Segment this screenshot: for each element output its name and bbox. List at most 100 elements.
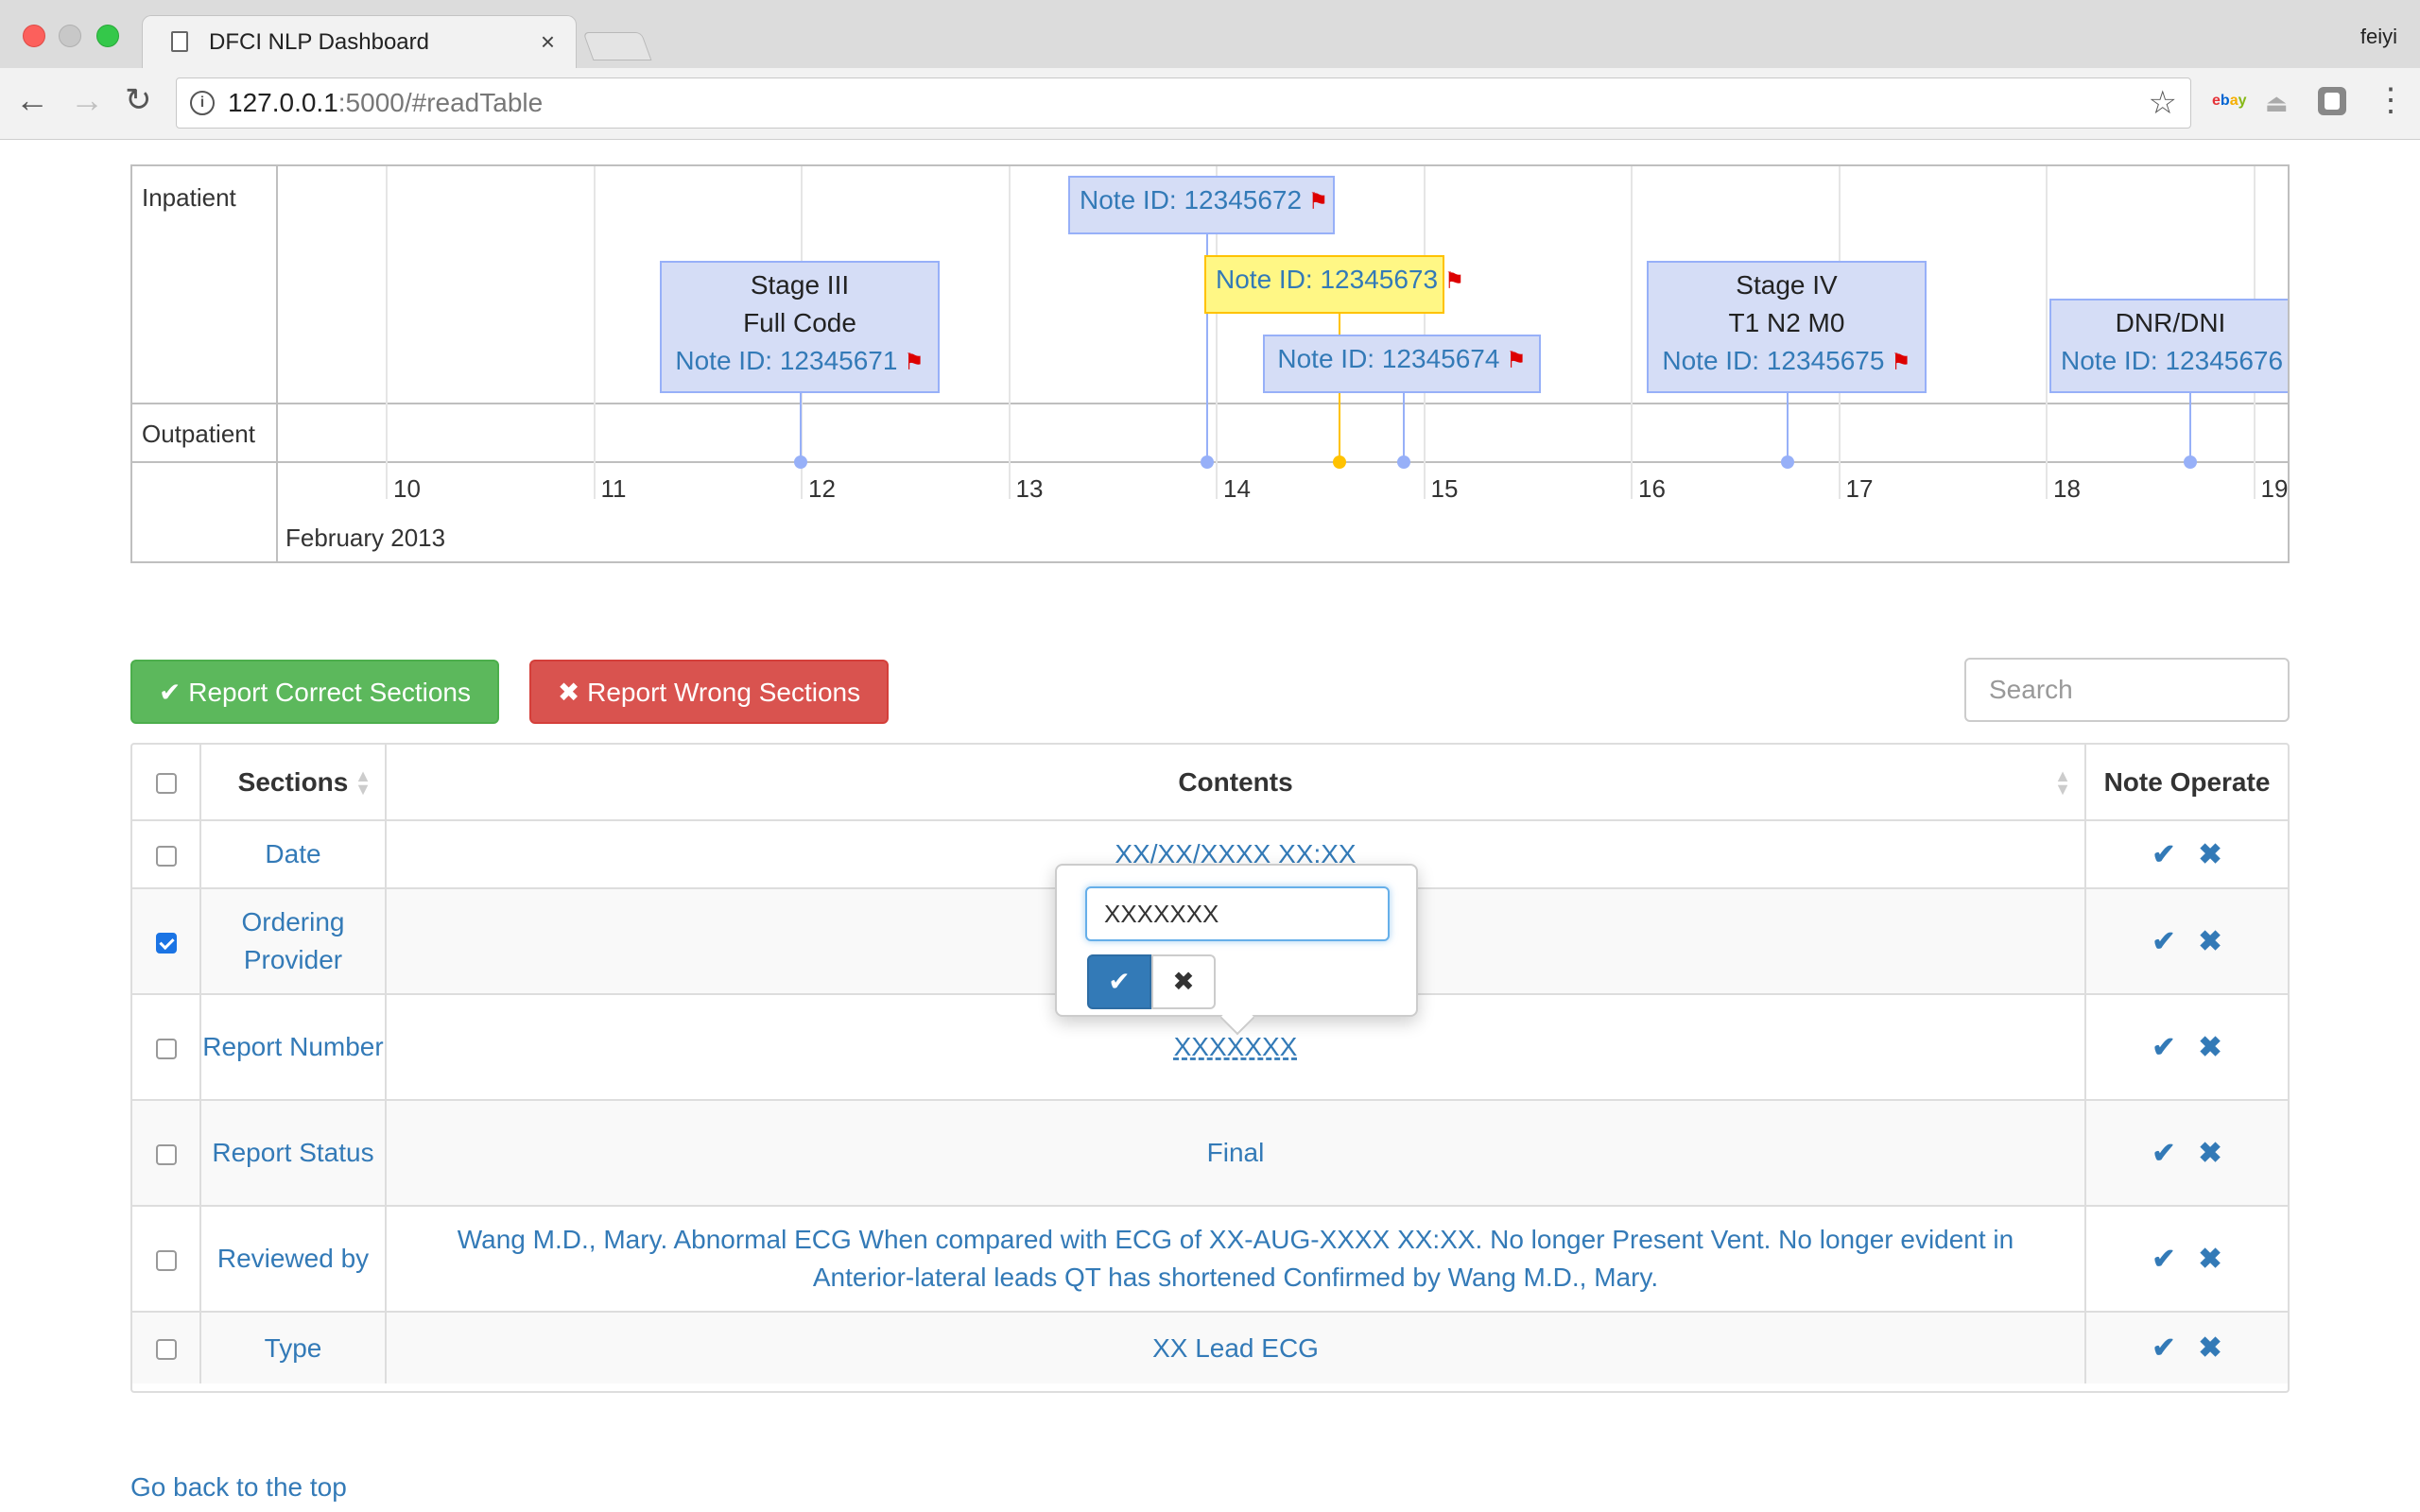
content-cell[interactable]: Final: [385, 1099, 2086, 1207]
reload-icon[interactable]: ↻: [125, 81, 152, 119]
row-checkbox[interactable]: [155, 1038, 177, 1059]
browser-tab[interactable]: DFCI NLP Dashboard ×: [142, 15, 577, 68]
timeline-item[interactable]: Note ID: 12345674 ⚑: [1263, 335, 1541, 393]
section-cell[interactable]: Date: [199, 819, 387, 889]
timeline-dot[interactable]: [1333, 455, 1346, 469]
info-icon[interactable]: i: [190, 91, 215, 115]
section-cell[interactable]: Type: [199, 1311, 387, 1383]
back-to-top-link[interactable]: Go back to the top: [130, 1472, 347, 1503]
confirm-check-icon[interactable]: ✔: [2152, 1243, 2175, 1276]
content-cell[interactable]: XX Lead ECG: [385, 1311, 2086, 1383]
timeline-item[interactable]: Note ID: 12345673 ⚑: [1204, 255, 1464, 314]
report-wrong-sections-button[interactable]: ✖ Report Wrong Sections: [529, 660, 889, 724]
note-operate-header: Note Operate: [2084, 745, 2288, 821]
timeline-dot[interactable]: [794, 455, 807, 469]
check-icon: ✔: [1108, 967, 1131, 996]
note-id-link[interactable]: Note ID: 12345676: [2061, 346, 2283, 375]
edit-confirm-button[interactable]: ✔: [1087, 954, 1151, 1009]
confirm-check-icon[interactable]: ✔: [2152, 1332, 2175, 1365]
sections-header[interactable]: Sections ▲ ▼: [199, 745, 387, 821]
edit-cancel-button[interactable]: ✖: [1151, 954, 1216, 1009]
new-tab-button[interactable]: [582, 32, 652, 60]
row-checkbox[interactable]: [155, 1143, 177, 1165]
flag-icon[interactable]: ⚑: [897, 350, 925, 375]
note-id-link[interactable]: Note ID: 12345673: [1216, 265, 1438, 294]
url-text[interactable]: 127.0.0.1:5000/#readTable: [228, 88, 543, 118]
section-cell[interactable]: Report Status: [199, 1099, 387, 1207]
timeline-dot[interactable]: [1201, 455, 1214, 469]
reject-close-icon[interactable]: ✖: [2199, 1031, 2222, 1064]
note-id-link[interactable]: Note ID: 12345672: [1080, 185, 1302, 215]
timeline-item-label: Stage IV: [1736, 270, 1838, 300]
search-input[interactable]: [1964, 658, 2290, 722]
axis-day-label: 12: [808, 474, 836, 503]
section-cell[interactable]: Reviewed by: [199, 1205, 387, 1313]
reject-close-icon[interactable]: ✖: [2199, 1243, 2222, 1276]
contents-header[interactable]: Contents ▲ ▼: [385, 745, 2086, 821]
row-select-cell: [132, 993, 201, 1101]
operate-cell: ✔ ✖: [2084, 1205, 2288, 1313]
window-maximize-button[interactable]: [96, 25, 119, 47]
tab-close-icon[interactable]: ×: [541, 27, 555, 57]
check-icon: ✔: [158, 678, 182, 707]
note-id-link[interactable]: Note ID: 12345674: [1277, 344, 1499, 373]
timeline-dot[interactable]: [1781, 455, 1794, 469]
timeline-connector: [1787, 393, 1789, 461]
star-icon[interactable]: ☆: [2149, 84, 2177, 122]
axis-day-label: 11: [600, 474, 627, 503]
reject-close-icon[interactable]: ✖: [2199, 1137, 2222, 1170]
profile-name[interactable]: feiyi: [2360, 25, 2397, 49]
timeline-dot[interactable]: [1397, 455, 1410, 469]
group-label-inpatient: Inpatient: [142, 183, 236, 212]
note-id-link[interactable]: Note ID: 12345675: [1662, 346, 1884, 375]
timeline-item[interactable]: DNR/DNI Note ID: 12345676: [2049, 299, 2288, 393]
section-cell[interactable]: Ordering Provider: [199, 887, 387, 995]
ext-icon[interactable]: [2318, 87, 2346, 115]
forward-arrow-icon[interactable]: →: [70, 81, 104, 119]
axis-day-label: 14: [1223, 474, 1251, 503]
row-checkbox[interactable]: [155, 1249, 177, 1271]
select-all-checkbox[interactable]: [155, 773, 177, 795]
ext-icon[interactable]: ⏏: [2265, 89, 2289, 117]
flag-icon[interactable]: ⚑: [1302, 189, 1329, 215]
row-checkbox[interactable]: [155, 932, 177, 954]
content-value[interactable]: XX Lead ECG: [1152, 1333, 1319, 1363]
timeline-dot[interactable]: [2184, 455, 2197, 469]
confirm-check-icon[interactable]: ✔: [2152, 1137, 2175, 1170]
content-cell[interactable]: Wang M.D., Mary. Abnormal ECG When compa…: [385, 1205, 2086, 1313]
select-all-cell: [132, 745, 201, 821]
back-arrow-icon[interactable]: ←: [15, 81, 49, 119]
content-value[interactable]: Final: [1207, 1138, 1265, 1167]
confirm-check-icon[interactable]: ✔: [2152, 1031, 2175, 1064]
flag-icon[interactable]: ⚑: [1438, 268, 1465, 294]
sort-icon[interactable]: ▲ ▼: [2054, 767, 2071, 798]
timeline-item[interactable]: Note ID: 12345672 ⚑: [1068, 176, 1335, 234]
flag-icon[interactable]: ⚑: [1499, 348, 1527, 373]
ebay-icon[interactable]: ebay: [2212, 93, 2247, 121]
confirm-check-icon[interactable]: ✔: [2152, 925, 2175, 958]
window-close-button[interactable]: [23, 25, 45, 47]
timeline-note-row: Note ID: 12345671 ⚑: [671, 342, 928, 382]
axis-day-label: 16: [1638, 474, 1666, 503]
edit-popover: ✔ ✖: [1055, 864, 1418, 1017]
reject-close-icon[interactable]: ✖: [2199, 925, 2222, 958]
section-cell[interactable]: Report Number: [199, 993, 387, 1101]
content-value[interactable]: Wang M.D., Mary. Abnormal ECG When compa…: [458, 1225, 2014, 1292]
content-value[interactable]: XXXXXXX: [1174, 1032, 1298, 1061]
edit-input[interactable]: [1085, 886, 1390, 941]
reject-close-icon[interactable]: ✖: [2199, 838, 2222, 871]
report-correct-sections-button[interactable]: ✔ Report Correct Sections: [130, 660, 499, 724]
timeline[interactable]: Inpatient Outpatient 10 11 12 13 14 15 16 17 18 1…: [130, 164, 2290, 563]
note-id-link[interactable]: Note ID: 12345671: [675, 346, 897, 375]
row-checkbox[interactable]: [155, 1339, 177, 1361]
timeline-item[interactable]: Stage IV T1 N2 M0 Note ID: 12345675 ⚑: [1647, 261, 1927, 393]
timeline-item[interactable]: Stage III Full Code Note ID: 12345671 ⚑: [660, 261, 940, 393]
flag-icon[interactable]: ⚑: [1884, 350, 1911, 375]
sort-icon[interactable]: ▲ ▼: [354, 767, 372, 798]
menu-icon[interactable]: ⋮: [2375, 81, 2407, 118]
address-bar[interactable]: i 127.0.0.1:5000/#readTable ☆: [176, 77, 2191, 129]
window-minimize-button[interactable]: [59, 25, 81, 47]
row-checkbox[interactable]: [155, 845, 177, 867]
reject-close-icon[interactable]: ✖: [2199, 1332, 2222, 1365]
confirm-check-icon[interactable]: ✔: [2152, 838, 2175, 871]
